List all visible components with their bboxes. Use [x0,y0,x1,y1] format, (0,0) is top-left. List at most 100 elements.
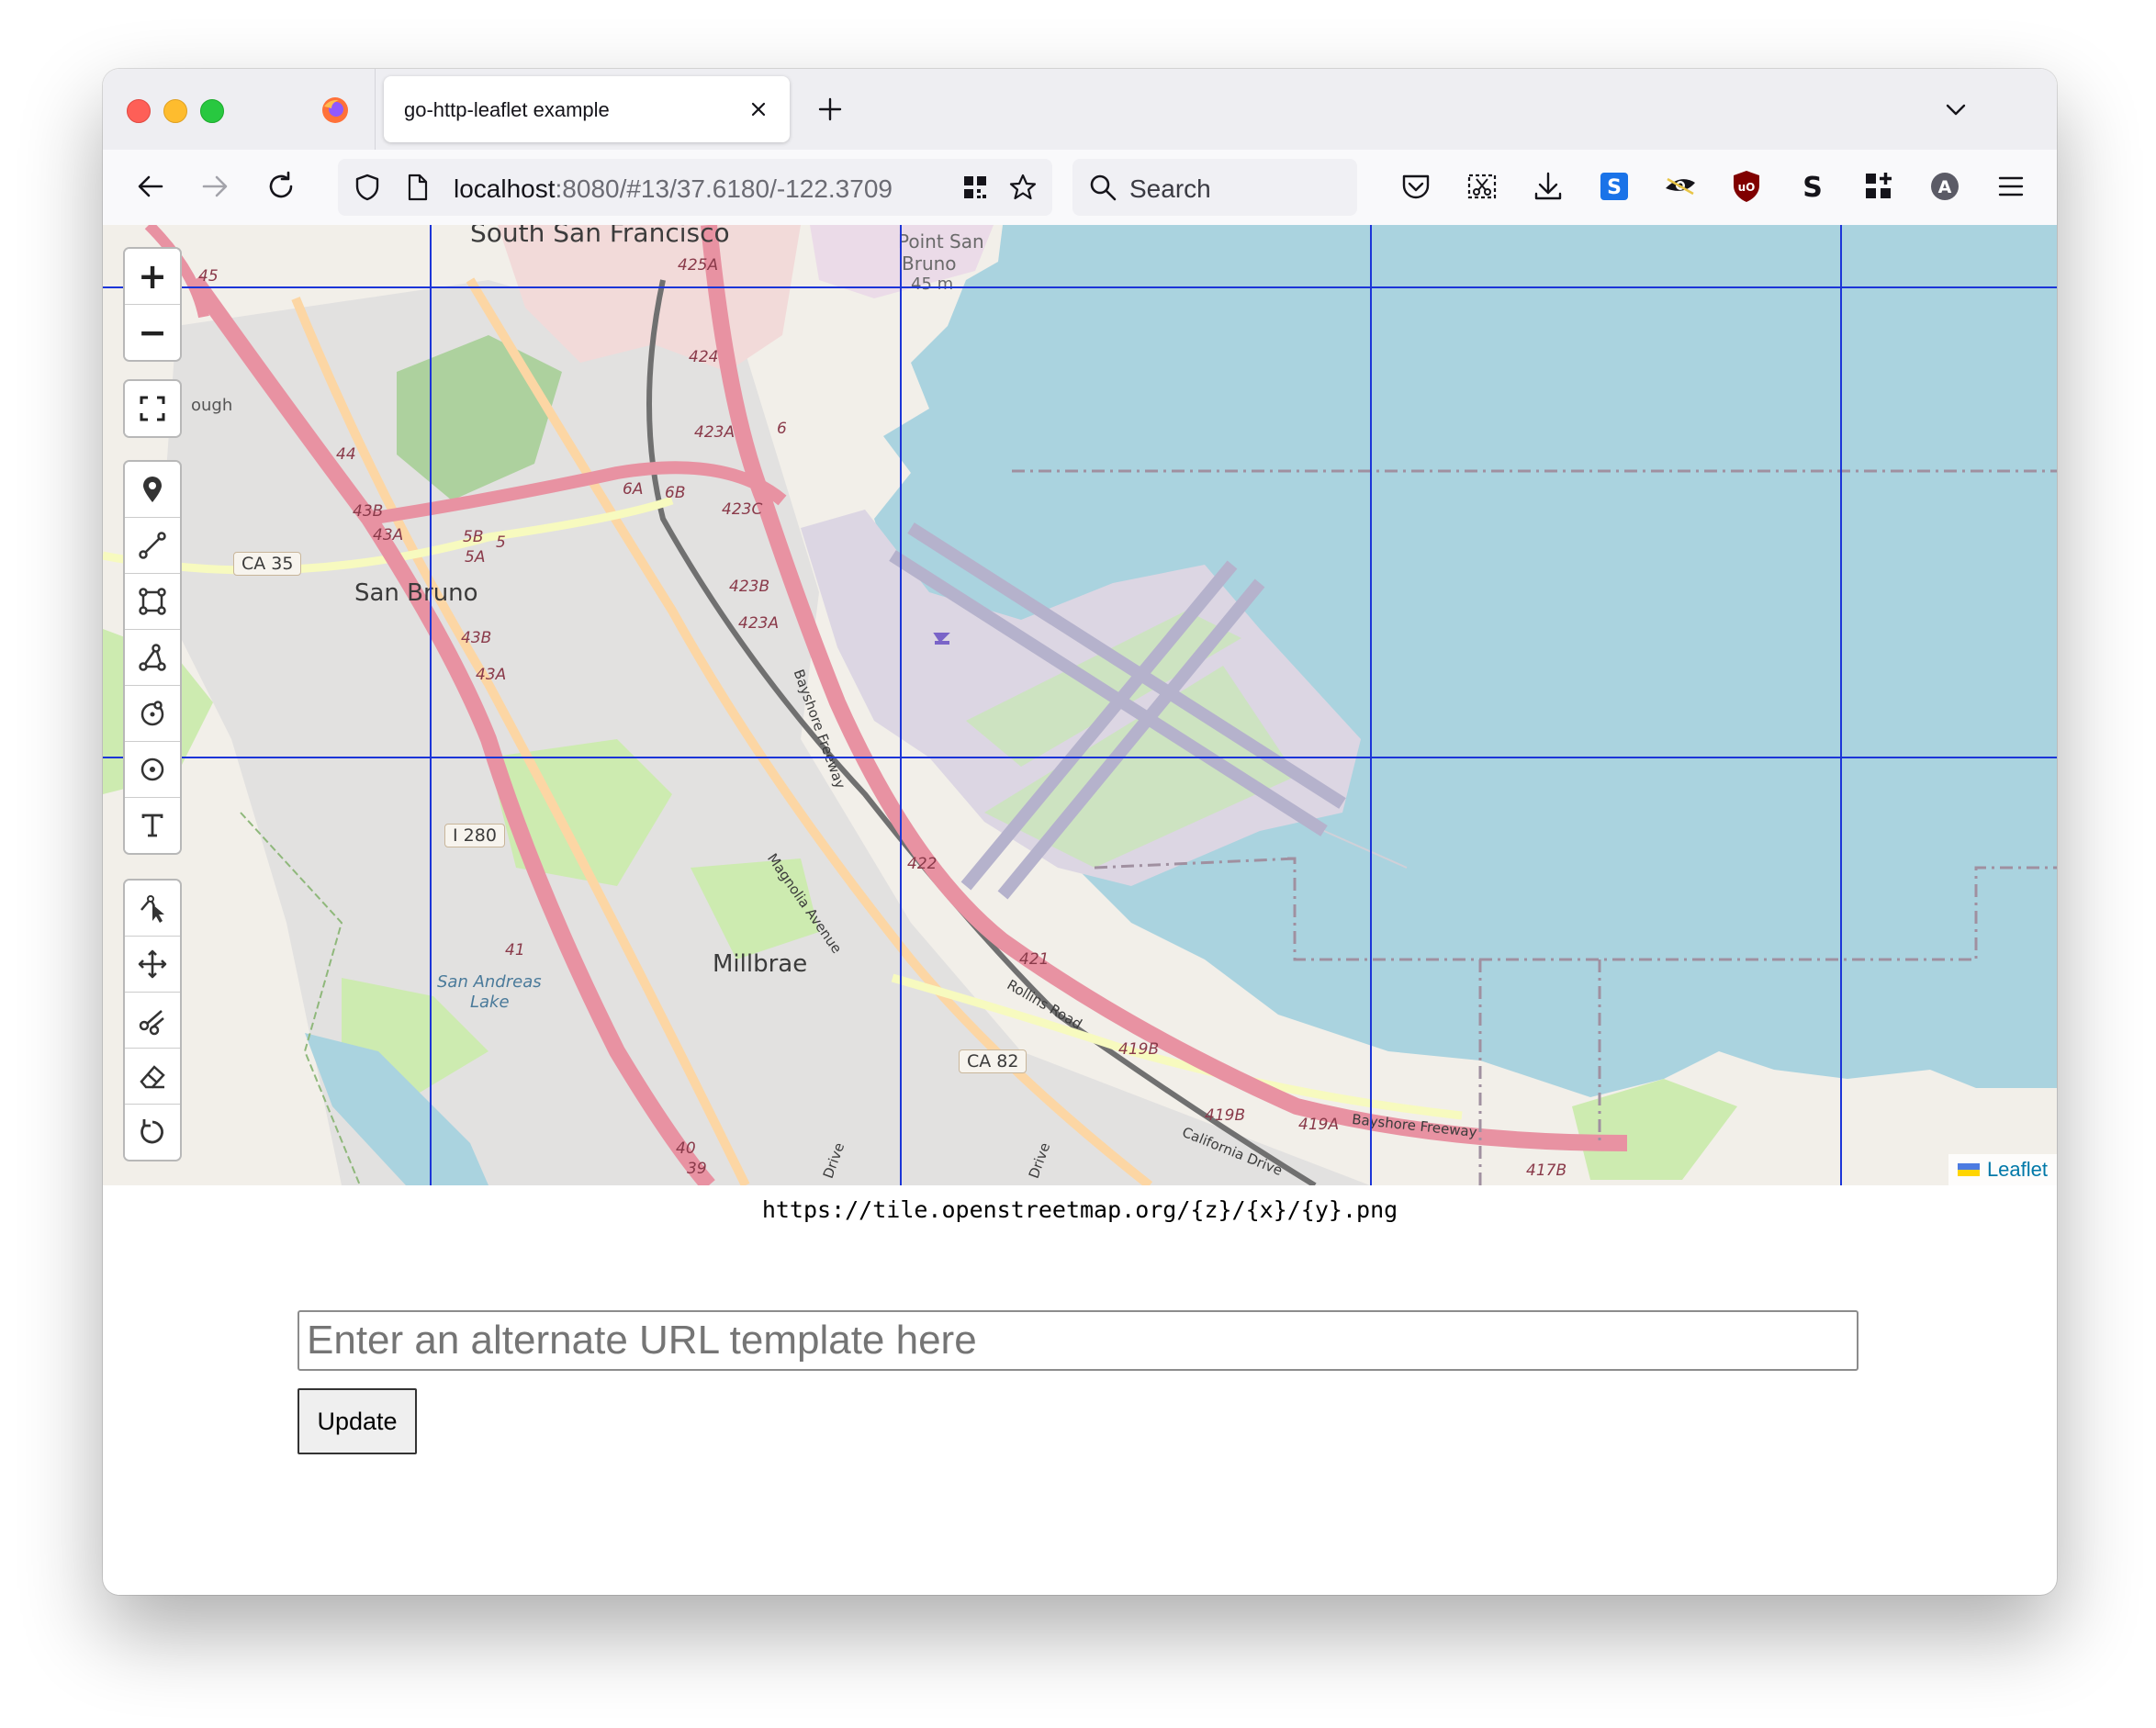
draw-rectangle-button[interactable] [125,574,180,630]
exit-label: 424 [689,348,719,366]
label-ca35: CA 35 [233,552,302,576]
search-box[interactable]: Search [1072,159,1357,216]
polyline-icon [139,532,166,559]
draw-toolbar [123,460,182,855]
url-host: localhost [454,174,556,203]
exit-label: 417B [1526,1161,1567,1180]
removal-mode-button[interactable] [125,1049,180,1105]
exit-label: 43A [373,526,404,544]
tab-strip: go-http-leaflet example [103,69,2057,150]
account-icon[interactable]: A [1925,166,1965,207]
move-icon [138,949,167,979]
exit-label: 6A [623,480,644,499]
marker-icon [143,477,162,502]
exit-label: 422 [907,855,938,873]
close-tab-icon[interactable] [742,93,775,126]
menu-icon[interactable] [1991,166,2031,207]
exit-label: 425A [678,256,719,275]
exit-label: 419A [1298,1116,1340,1134]
exit-label: 5B [463,528,484,546]
circle-icon [140,757,164,781]
edit-layers-button[interactable] [125,881,180,937]
exit-label: 423A [738,614,780,633]
exit-label: 421 [1019,950,1050,969]
extension-eye-icon[interactable] [1660,166,1701,207]
label-point-height: 45 m [911,275,954,294]
fullscreen-icon [140,396,165,421]
zoom-out-button[interactable]: − [125,305,180,360]
exit-label: 6 [777,420,787,438]
exit-label: 43A [476,666,507,684]
screenshot-icon[interactable] [1462,166,1502,207]
draw-marker-button[interactable] [125,462,180,518]
exit-label: 5 [496,533,506,552]
zoom-in-button[interactable]: + [125,249,180,305]
map-tiles[interactable] [103,225,2057,1185]
boundary-line [1094,857,2057,961]
exit-label: 39 [687,1160,707,1178]
draw-circle-marker-button[interactable] [125,686,180,742]
exit-label: 40 [676,1139,696,1158]
exit-label: 6B [665,484,686,502]
qr-code-icon[interactable] [959,171,992,204]
search-icon [1090,174,1117,201]
exit-label: 419B [1205,1106,1246,1125]
update-button[interactable]: Update [298,1388,417,1454]
cut-polygon-button[interactable] [125,993,180,1049]
edit-vertex-icon [140,895,164,923]
label-i280: I 280 [444,824,505,847]
svg-text:A: A [1938,177,1952,197]
exit-label: 45 [198,267,219,286]
fullscreen-button[interactable] [125,381,180,436]
shield-icon[interactable] [351,171,384,204]
back-icon[interactable] [130,166,171,207]
ublock-icon[interactable]: uO [1726,166,1767,207]
extension-s-icon[interactable]: S [1594,166,1634,207]
ukraine-flag-icon [1957,1163,1980,1176]
reload-icon[interactable] [261,166,301,207]
rotate-mode-button[interactable] [125,1105,180,1160]
draw-polyline-button[interactable] [125,518,180,574]
close-window-button[interactable] [127,99,151,123]
pocket-icon[interactable] [1396,166,1436,207]
forward-icon[interactable] [195,166,235,207]
page-icon[interactable] [400,171,433,204]
label-millbrae: Millbrae [713,950,808,978]
tile-grid-line [900,225,902,1185]
svg-text:uO: uO [1738,181,1756,194]
tile-grid-line [430,225,432,1185]
eraser-icon [140,1065,165,1089]
extension-s2-icon[interactable]: S [1792,166,1833,207]
tab-active[interactable]: go-http-leaflet example [384,76,790,142]
text-icon [141,814,163,837]
chevron-down-icon[interactable] [1939,93,1972,126]
polygon-icon [139,644,166,671]
circle-marker-icon [140,701,164,726]
draw-text-button[interactable] [125,798,180,853]
exit-label: 423B [729,578,770,596]
bookmark-star-icon[interactable] [1006,171,1039,204]
label-south-sf: South San Francisco [470,225,730,248]
extensions-grid-icon[interactable] [1858,166,1899,207]
leaflet-map[interactable]: South San Francisco Point San Bruno 45 m… [103,225,2057,1185]
exit-label: 419B [1118,1040,1160,1059]
tile-grid-line [1370,225,1372,1185]
draw-circle-button[interactable] [125,742,180,798]
svg-text:S: S [1607,176,1622,199]
url-text[interactable]: localhost:8080/#13/37.6180/-122.3709 [454,174,893,204]
drag-mode-button[interactable] [125,937,180,993]
leaflet-link[interactable]: Leaflet [1987,1158,2048,1182]
url-bar[interactable]: localhost:8080/#13/37.6180/-122.3709 [338,159,1052,216]
minimize-window-button[interactable] [163,99,187,123]
url-template-input[interactable] [298,1310,1858,1371]
exit-label: 43B [461,629,492,647]
exit-label: 44 [336,445,356,464]
label-san-andreas: San Andreas [437,972,542,992]
label-ca82: CA 82 [959,1049,1027,1073]
runway-approach [1323,830,1408,869]
download-icon[interactable] [1528,166,1568,207]
attribution-control: Leaflet [1948,1154,2057,1185]
new-tab-icon[interactable] [812,91,848,128]
zoom-window-button[interactable] [200,99,224,123]
draw-polygon-button[interactable] [125,630,180,686]
